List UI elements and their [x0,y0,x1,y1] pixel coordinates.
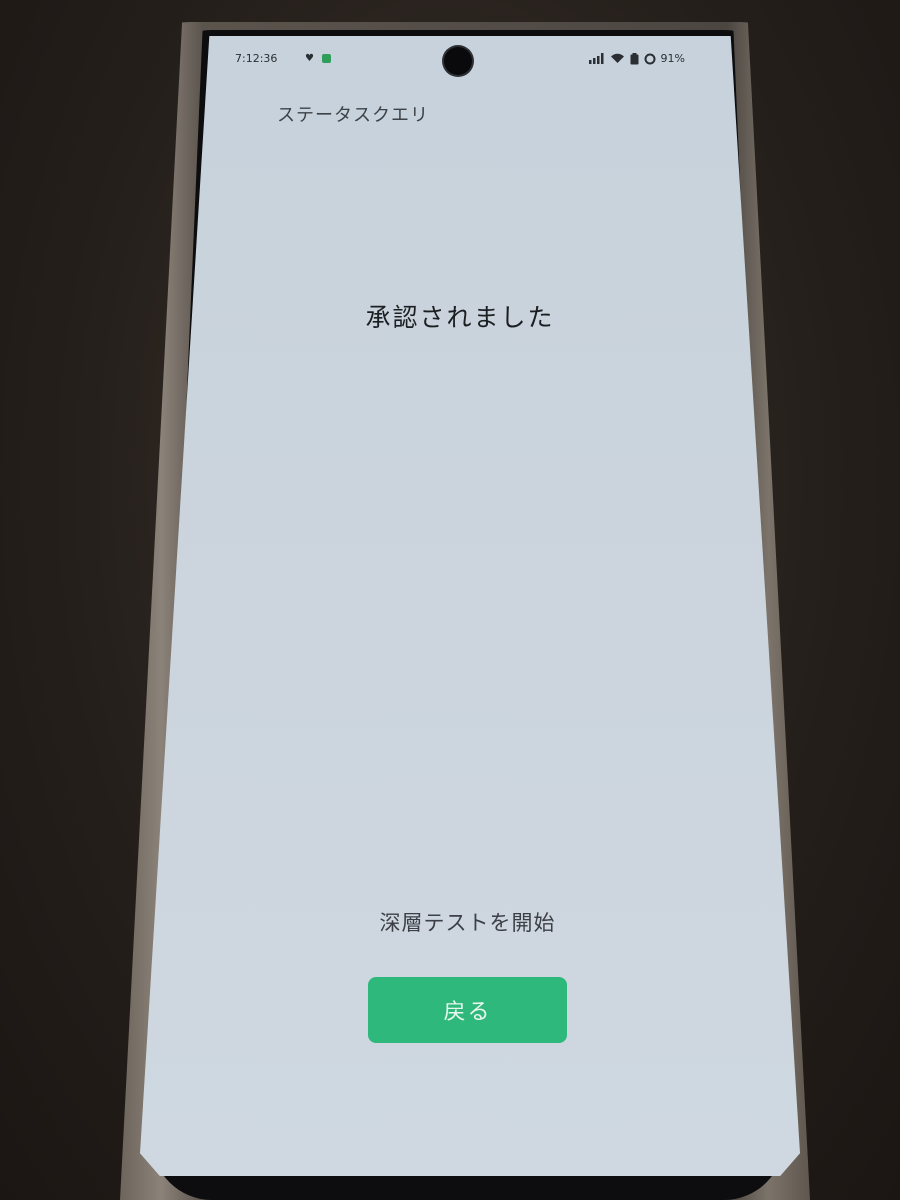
back-button[interactable]: 戻る [368,977,567,1043]
app-title: ステータスクエリ [277,105,429,126]
status-icons: 91% [588,52,685,65]
app-icon [322,54,331,63]
battery-icon [630,52,639,64]
wifi-icon [610,53,624,63]
start-deep-test-link[interactable]: 深層テストを開始 [360,907,575,937]
notification-icon: ♥ [305,53,314,64]
status-time: 7:12:36 [235,52,278,65]
front-camera [444,47,472,75]
battery-percent: 91% [660,52,685,65]
battery-ring-icon [644,53,656,64]
signal-icon [588,53,604,64]
approval-status-headline: 承認されました [365,303,555,332]
